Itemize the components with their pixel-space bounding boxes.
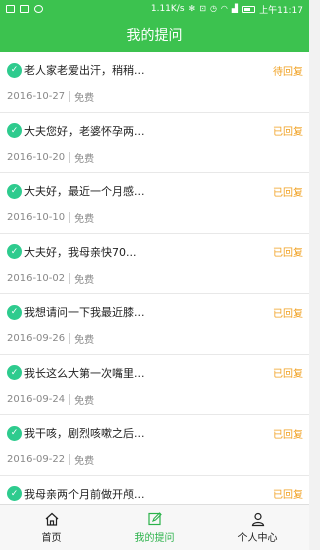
question-price: 免费 — [74, 274, 95, 286]
reply-status: 已回复 — [273, 187, 303, 199]
question-text: 大夫您好，老婆怀孕两... — [24, 124, 145, 138]
question-item[interactable]: ✓ 我母亲两个月前做开颅... 已回复 — [0, 475, 309, 504]
bottom-tab-bar: 首页 我的提问 个人中心 — [0, 504, 309, 550]
tab-profile[interactable]: 个人中心 — [206, 505, 309, 550]
question-bubble-icon: ✓ — [7, 183, 22, 199]
reply-status: 已回复 — [273, 369, 303, 380]
question-item[interactable]: ✓ 大夫好，我母亲快70... 已回复 2016-10-02 免费 — [0, 233, 309, 294]
edit-icon — [147, 512, 162, 526]
vibrate-icon: ⊡ — [199, 4, 206, 13]
question-bubble-icon: ✓ — [7, 244, 22, 259]
question-price: 免费 — [74, 456, 95, 467]
tab-my-questions[interactable]: 我的提问 — [103, 505, 206, 550]
reply-status: 已回复 — [273, 248, 303, 259]
question-date: 2016-09-26 — [7, 333, 66, 344]
reply-status: 已回复 — [273, 490, 303, 501]
question-date: 2016-10-27 — [7, 91, 66, 102]
page-title: 我的提问 — [0, 18, 309, 52]
reply-status: 已回复 — [273, 308, 303, 320]
question-bubble-icon: ✓ — [7, 123, 22, 138]
divider — [69, 454, 71, 465]
divider — [69, 151, 71, 163]
question-text: 我干咳，剧烈咳嗽之后... — [24, 427, 145, 440]
question-date: 2016-09-22 — [7, 454, 66, 465]
question-date: 2016-09-24 — [7, 393, 66, 405]
question-bubble-icon: ✓ — [7, 62, 22, 78]
divider — [69, 333, 71, 344]
divider — [69, 212, 71, 223]
question-bubble-icon: ✓ — [7, 425, 22, 441]
question-bubble-icon: ✓ — [7, 365, 22, 380]
page-title-text: 我的提问 — [126, 28, 183, 44]
reply-status: 待回复 — [273, 66, 303, 78]
notification-icon — [34, 5, 43, 13]
signal-icon: ▟ — [231, 4, 239, 13]
user-icon — [251, 512, 264, 527]
status-bar: 1.11K/s ✻ ⊡ ◷ ◠ ▟ 上午11:17 — [0, 0, 309, 18]
question-text: 我长这么大第一次嘴里... — [24, 366, 145, 380]
question-date: 2016-10-20 — [7, 151, 66, 163]
question-item[interactable]: ✓ 大夫您好，老婆怀孕两... 已回复 2016-10-20 免费 — [0, 112, 309, 173]
home-icon — [45, 512, 58, 526]
question-text: 我想请问一下我最近膝... — [24, 306, 145, 319]
question-price: 免费 — [74, 153, 95, 165]
reply-status: 已回复 — [273, 127, 303, 138]
wifi-icon: ◠ — [220, 4, 228, 13]
question-date: 2016-10-02 — [7, 272, 66, 284]
question-price: 免费 — [74, 93, 95, 104]
question-item[interactable]: ✓ 我长这么大第一次嘴里... 已回复 2016-09-24 免费 — [0, 354, 309, 415]
tab-home-label: 首页 — [41, 533, 62, 544]
question-item[interactable]: ✓ 老人家老爱出汗，稍稍... 待回复 2016-10-27 免费 — [0, 52, 309, 113]
question-bubble-icon: ✓ — [7, 486, 22, 501]
question-item[interactable]: ✓ 大夫好，最近一个月感... 已回复 2016-10-10 免费 — [0, 173, 309, 234]
bluetooth-icon: ✻ — [188, 4, 196, 13]
question-text: 我母亲两个月前做开颅... — [24, 487, 145, 501]
alarm-icon: ◷ — [209, 4, 217, 13]
question-price: 免费 — [74, 335, 95, 346]
image-icon — [20, 5, 29, 13]
tab-profile-label: 个人中心 — [237, 533, 278, 544]
question-bubble-icon: ✓ — [7, 304, 22, 320]
battery-icon — [242, 5, 256, 13]
divider — [69, 91, 71, 102]
question-item[interactable]: ✓ 我想请问一下我最近膝... 已回复 2016-09-26 免费 — [0, 294, 309, 355]
question-date: 2016-10-10 — [7, 212, 66, 223]
tab-home[interactable]: 首页 — [0, 505, 103, 550]
question-price: 免费 — [74, 395, 95, 407]
trash-icon — [6, 5, 15, 13]
divider — [69, 393, 71, 405]
question-text: 老人家老爱出汗，稍稍... — [24, 64, 145, 77]
question-price: 免费 — [74, 214, 95, 225]
status-time: 上午11:17 — [259, 5, 303, 16]
network-speed: 1.11K/s — [150, 4, 185, 14]
question-text: 大夫好，最近一个月感... — [24, 185, 145, 198]
reply-status: 已回复 — [273, 429, 303, 441]
question-list[interactable]: ✓ 老人家老爱出汗，稍稍... 待回复 2016-10-27 免费 ✓ 大夫您好，老婆怀… — [0, 52, 309, 504]
question-item[interactable]: ✓ 我干咳，剧烈咳嗽之后... 已回复 2016-09-22 免费 — [0, 415, 309, 476]
tab-my-questions-label: 我的提问 — [134, 533, 175, 544]
divider — [69, 272, 71, 284]
question-text: 大夫好，我母亲快70... — [24, 245, 137, 259]
